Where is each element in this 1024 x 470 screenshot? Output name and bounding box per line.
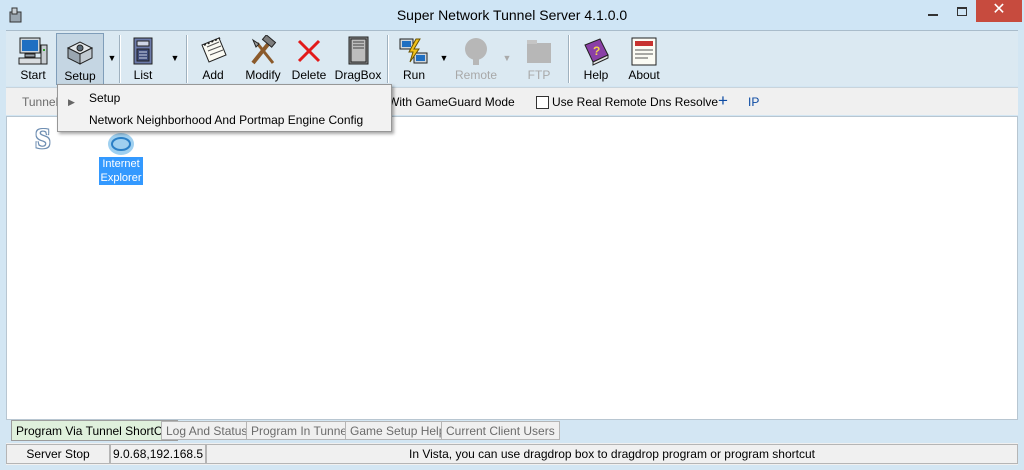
minimize-button[interactable] [918,0,948,22]
ftp-button[interactable]: FTP [518,33,560,85]
server-state: Server Stop [6,444,110,464]
logo: S [35,124,51,155]
menu-item-setup-label: Setup [89,91,121,105]
dragbox-button[interactable]: DragBox [333,33,383,85]
internet-explorer-icon [108,133,134,155]
notepad-icon [201,37,227,63]
title-bar: Super Network Tunnel Server 4.1.0.0 ✕ [0,0,1024,30]
tab-strip: Program Via Tunnel ShortCut Log And Stat… [6,420,1018,442]
toolbar-separator [387,35,389,83]
remote-label: Remote [454,68,498,82]
dragbox-label: DragBox [334,68,382,82]
run-icon [399,38,428,64]
status-bar: Server Stop 9.0.68,192.168.5 In Vista, y… [6,443,1018,465]
close-button[interactable]: ✕ [976,0,1022,22]
shortcut-internet-explorer[interactable]: Internet Explorer [99,131,143,185]
list-label: List [133,68,153,82]
maximize-icon [957,7,967,16]
modify-label: Modify [245,68,281,82]
window-title: Super Network Tunnel Server 4.1.0.0 [396,7,628,23]
tab-current-client-users[interactable]: Current Client Users [441,421,560,440]
setup-label: Setup [64,69,96,83]
minimize-icon [928,14,938,16]
setup-button[interactable]: Setup [56,33,104,85]
remote-button[interactable]: Remote [454,33,498,85]
modify-button[interactable]: Modify [240,33,286,85]
shortcut-canvas[interactable]: S Internet Explorer [6,116,1018,420]
add-ip-button[interactable]: + [718,91,728,111]
ip-button[interactable]: IP [748,95,759,109]
help-label: Help [583,68,609,82]
list-button[interactable]: List [123,33,163,85]
menu-item-network-label: Network Neighborhood And Portmap Engine … [89,113,364,127]
toolbar-separator [568,35,570,83]
dns-resolve-label[interactable]: Use Real Remote Dns Resolve [552,95,718,109]
shortcut-name-line1: Internet [102,158,140,170]
about-icon [631,37,657,66]
run-button[interactable]: Run [394,33,434,85]
book-icon [348,36,369,65]
delete-label: Delete [291,68,327,82]
setup-dropdown-menu: ▶ Setup Network Neighborhood And Portmap… [57,84,392,132]
delete-button[interactable]: Delete [289,33,329,85]
run-dropdown-arrow[interactable]: ▼ [439,53,449,63]
gear-box-icon [66,41,94,65]
ftp-icon [527,40,551,63]
tools-icon [251,35,277,65]
about-label: About [628,68,660,82]
tab-program-via-tunnel-shortcut[interactable]: Program Via Tunnel ShortCut [11,420,178,441]
toolbar-separator [119,35,121,83]
close-icon: ✕ [992,1,1006,18]
list-dropdown-arrow[interactable]: ▼ [170,53,180,63]
computer-icon [18,37,48,65]
server-ip: 9.0.68,192.168.5 [110,444,206,464]
about-button[interactable]: About [622,33,666,85]
add-label: Add [202,68,224,82]
dns-resolve-checkbox[interactable] [536,96,549,109]
help-book-icon: ? [584,38,609,66]
maximize-button[interactable] [948,0,976,22]
red-x-icon [297,39,321,63]
gameguard-mode-label[interactable]: With GameGuard Mode [388,95,515,109]
tab-game-setup-help[interactable]: Game Setup Help [345,421,451,440]
menu-item-network-portmap-config[interactable]: Network Neighborhood And Portmap Engine … [58,109,391,131]
tab-log-and-status[interactable]: Log And Status [161,421,253,440]
remote-dropdown-arrow[interactable]: ▼ [502,53,512,63]
remote-icon [465,38,487,65]
tab-program-in-tunnel[interactable]: Program In Tunnel [246,421,355,440]
start-label: Start [20,68,46,82]
svg-text:?: ? [593,44,600,58]
setup-dropdown-arrow[interactable]: ▼ [107,53,117,63]
toolbar-separator [186,35,188,83]
start-button[interactable]: Start [12,33,54,85]
help-button[interactable]: ? Help [576,33,616,85]
shortcut-name-line2: Explorer [100,172,142,184]
list-box-icon [133,37,153,65]
add-button[interactable]: Add [193,33,233,85]
ftp-label: FTP [527,68,551,82]
status-message: In Vista, you can use dragdrop box to dr… [206,444,1018,464]
toolbar: Start Setup ▼ List ▼ Add Modify Delete D… [6,30,1018,86]
tunnel-label: Tunnel [22,95,59,109]
menu-item-setup[interactable]: ▶ Setup [58,87,391,109]
run-label: Run [402,68,425,82]
shortcut-name: Internet Explorer [99,157,143,185]
